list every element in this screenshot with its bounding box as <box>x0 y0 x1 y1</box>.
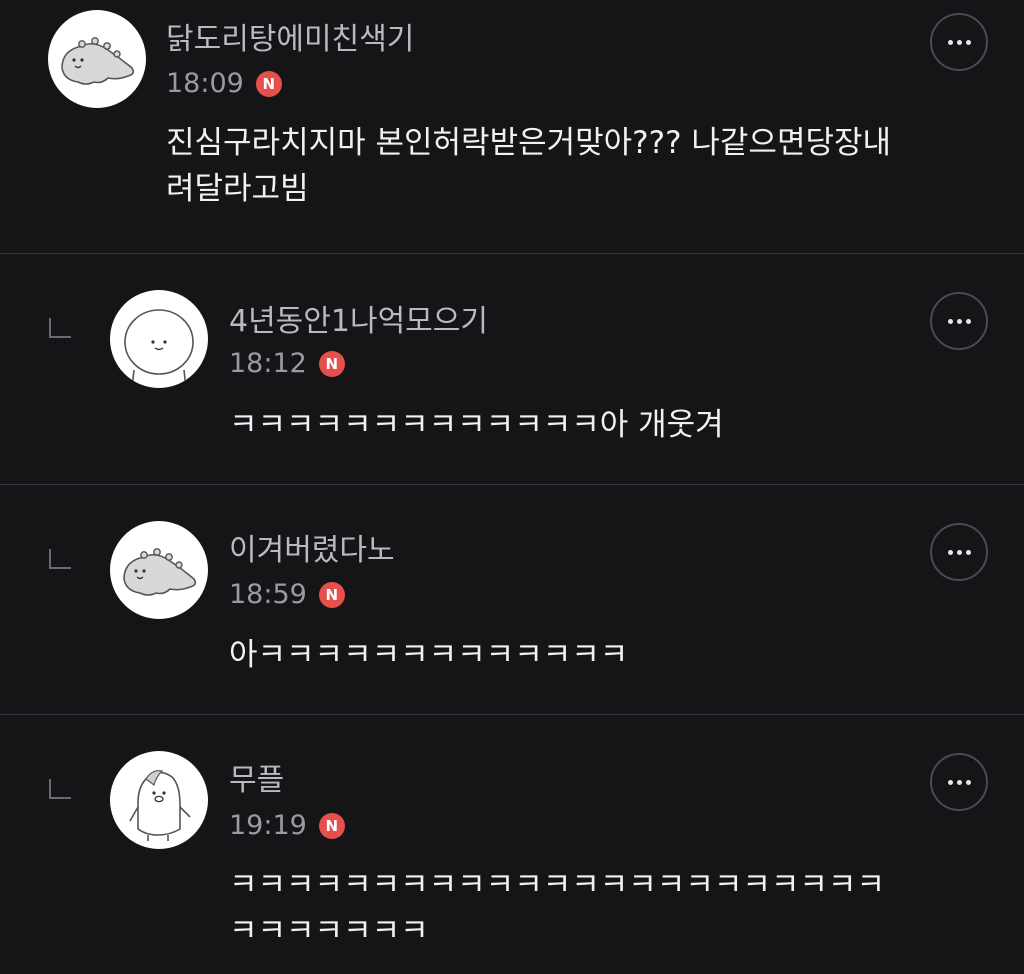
reply-arrow-icon <box>49 549 71 569</box>
more-dot-icon <box>965 318 971 324</box>
comment-body: ㅋㅋㅋㅋㅋㅋㅋㅋㅋㅋㅋㅋㅋ아 개웃겨 <box>229 402 724 448</box>
more-dot-icon <box>965 779 971 785</box>
new-badge-icon: N <box>255 71 282 97</box>
comment-time: 18:12 <box>229 348 307 379</box>
comment-body-line: ㅋㅋㅋㅋㅋㅋㅋ <box>229 913 429 949</box>
more-dot-icon <box>947 549 953 555</box>
more-dot-icon <box>956 779 962 785</box>
comment-meta: 18:09 N <box>166 66 282 102</box>
reply-arrow-icon <box>49 318 71 338</box>
comment-meta: 19:19 N <box>229 808 345 844</box>
reply-item: 이겨버렸다노 18:59 N 아ㅋㅋㅋㅋㅋㅋㅋㅋㅋㅋㅋㅋㅋ <box>0 485 1024 714</box>
comment-feed: 닭도리탕에미친색기 18:09 N 진심구라치지마 본인허락받은거맞아??? 나… <box>0 0 1024 974</box>
comment-meta: 18:59 N <box>229 577 345 613</box>
more-dot-icon <box>956 318 962 324</box>
more-options-button[interactable] <box>930 292 988 350</box>
dinosaur-avatar-icon[interactable] <box>110 521 208 619</box>
new-badge-icon: N <box>318 813 345 839</box>
new-badge-icon: N <box>318 351 345 377</box>
comment-body-line: 아ㅋㅋㅋㅋㅋㅋㅋㅋㅋㅋㅋㅋㅋ <box>229 637 629 673</box>
more-dot-icon <box>947 318 953 324</box>
comment-item: 닭도리탕에미친색기 18:09 N 진심구라치지마 본인허락받은거맞아??? 나… <box>0 0 1024 253</box>
comment-author[interactable]: 이겨버렸다노 <box>229 531 395 571</box>
comment-author[interactable]: 닭도리탕에미친색기 <box>166 20 414 60</box>
comment-body-line: ㅋㅋㅋㅋㅋㅋㅋㅋㅋㅋㅋㅋㅋ아 개웃겨 <box>229 407 724 443</box>
comment-body: 진심구라치지마 본인허락받은거맞아??? 나같으면당장내 려달라고빔 <box>166 120 891 212</box>
penguin-avatar-icon[interactable] <box>110 751 208 849</box>
more-dot-icon <box>965 39 971 45</box>
comment-meta: 18:12 N <box>229 346 345 382</box>
more-dot-icon <box>965 549 971 555</box>
round-face-avatar-icon[interactable] <box>110 290 208 388</box>
comment-time: 19:19 <box>229 810 307 841</box>
comment-body-line: 진심구라치지마 본인허락받은거맞아??? 나같으면당장내 <box>166 125 892 161</box>
comment-time: 18:59 <box>229 579 307 610</box>
more-dot-icon <box>947 779 953 785</box>
new-badge-icon: N <box>318 582 345 608</box>
comment-time: 18:09 <box>166 68 244 99</box>
reply-arrow-icon <box>49 779 71 799</box>
more-options-button[interactable] <box>930 523 988 581</box>
more-options-button[interactable] <box>930 13 988 71</box>
more-options-button[interactable] <box>930 753 988 811</box>
more-dot-icon <box>956 549 962 555</box>
comment-body: ㅋㅋㅋㅋㅋㅋㅋㅋㅋㅋㅋㅋㅋㅋㅋㅋㅋㅋㅋㅋㅋㅋㅋ ㅋㅋㅋㅋㅋㅋㅋ <box>229 862 885 954</box>
more-dot-icon <box>956 39 962 45</box>
comment-author[interactable]: 무플 <box>229 761 284 801</box>
comment-body-line: 려달라고빔 <box>166 171 309 207</box>
more-dot-icon <box>947 39 953 45</box>
reply-item: 무플 19:19 N ㅋㅋㅋㅋㅋㅋㅋㅋㅋㅋㅋㅋㅋㅋㅋㅋㅋㅋㅋㅋㅋㅋㅋ ㅋㅋㅋㅋㅋ… <box>0 715 1024 974</box>
comment-body: 아ㅋㅋㅋㅋㅋㅋㅋㅋㅋㅋㅋㅋㅋ <box>229 632 628 678</box>
comment-body-line: ㅋㅋㅋㅋㅋㅋㅋㅋㅋㅋㅋㅋㅋㅋㅋㅋㅋㅋㅋㅋㅋㅋㅋ <box>229 867 885 903</box>
comment-author[interactable]: 4년동안1나억모으기 <box>229 302 488 342</box>
dinosaur-avatar-icon[interactable] <box>48 10 146 108</box>
reply-item: 4년동안1나억모으기 18:12 N ㅋㅋㅋㅋㅋㅋㅋㅋㅋㅋㅋㅋㅋ아 개웃겨 <box>0 254 1024 484</box>
